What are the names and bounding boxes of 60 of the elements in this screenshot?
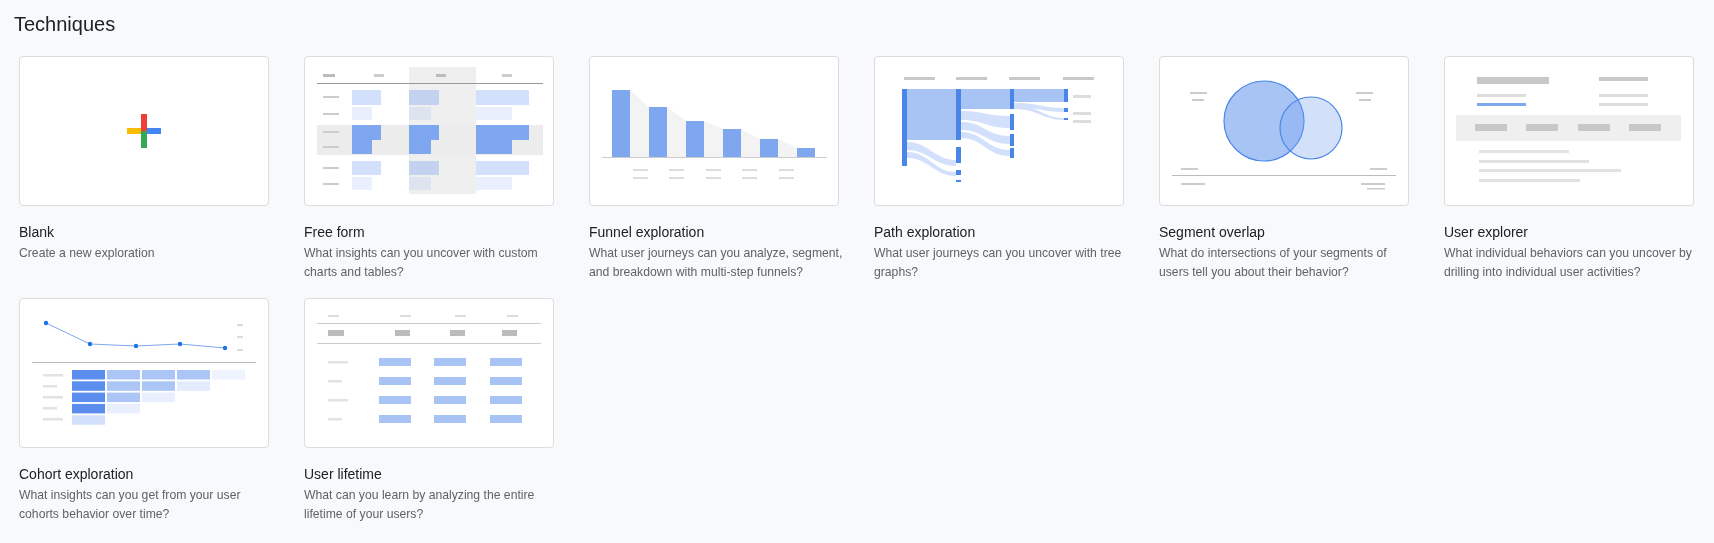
- technique-card[interactable]: [19, 298, 269, 448]
- technique-description: What user journeys can you uncover with tree graphs?: [874, 245, 1123, 281]
- technique-card[interactable]: [589, 56, 839, 206]
- funnel-bar: [686, 121, 704, 157]
- drop-off-area: [630, 90, 649, 157]
- technique-description: What individual behaviors can you uncover by drilling into individual user activities?: [1444, 245, 1693, 281]
- funnel-bar: [649, 107, 667, 157]
- cohort-cell: [107, 403, 140, 414]
- technique-title: User lifetime: [304, 465, 382, 484]
- data-point: [43, 320, 49, 326]
- label-placeholder: [779, 169, 794, 179]
- section-title: Techniques: [14, 12, 116, 36]
- funnel-bar: [723, 129, 741, 157]
- technique-description: What user journeys can you analyze, segment, and breakdown with multi-step funnels?: [589, 245, 844, 281]
- cohort-cell: [72, 370, 105, 380]
- cohort-cell: [72, 415, 105, 425]
- technique-title: Free form: [304, 223, 365, 242]
- data-point: [87, 341, 93, 347]
- data-point: [177, 341, 183, 347]
- technique-title: Path exploration: [874, 223, 976, 242]
- technique-title: Blank: [19, 223, 55, 242]
- data-point: [133, 343, 139, 349]
- cohort-cell: [142, 392, 175, 403]
- technique-description: Create a new exploration: [19, 245, 156, 262]
- cohort-cell: [107, 381, 140, 391]
- technique-description: What insights can you uncover with custom charts and tables?: [304, 245, 539, 281]
- technique-description: What can you learn by analyzing the entire lifetime of your users?: [304, 487, 536, 523]
- cohort-cell: [142, 381, 175, 391]
- technique-title: Funnel exploration: [589, 223, 705, 242]
- cohort-cell: [177, 370, 210, 380]
- technique-card[interactable]: [874, 56, 1124, 206]
- label-placeholder: [706, 169, 721, 179]
- label-placeholder: [742, 169, 757, 179]
- cohort-cell: [142, 370, 175, 380]
- cohort-cell: [72, 392, 105, 403]
- technique-title: Segment overlap: [1159, 223, 1265, 242]
- cohort-cell: [72, 381, 105, 391]
- technique-card[interactable]: [1159, 56, 1409, 206]
- technique-card[interactable]: [304, 298, 554, 448]
- technique-title: User explorer: [1444, 223, 1529, 242]
- funnel-bar: [612, 90, 630, 157]
- cohort-cell: [107, 392, 140, 403]
- drop-off-area: [778, 139, 797, 157]
- technique-description: What do intersections of your segments of users tell you about their behavior?: [1159, 245, 1388, 281]
- label-placeholder: [669, 169, 684, 179]
- cohort-cell: [107, 370, 140, 380]
- technique-title: Cohort exploration: [19, 465, 134, 484]
- technique-card[interactable]: [1444, 56, 1694, 206]
- cohort-cell: [177, 381, 210, 391]
- funnel-bar: [797, 148, 815, 157]
- data-point: [222, 345, 228, 351]
- label-placeholder: [633, 169, 648, 179]
- technique-description: What insights can you get from your user cohorts behavior over time?: [19, 487, 242, 523]
- cohort-cell: [72, 403, 105, 414]
- drop-off-area: [667, 107, 686, 157]
- drop-off-area: [741, 129, 760, 157]
- plus-icon: [127, 114, 161, 148]
- drop-off-area: [704, 121, 723, 157]
- funnel-bar: [760, 139, 778, 157]
- technique-card[interactable]: [304, 56, 554, 206]
